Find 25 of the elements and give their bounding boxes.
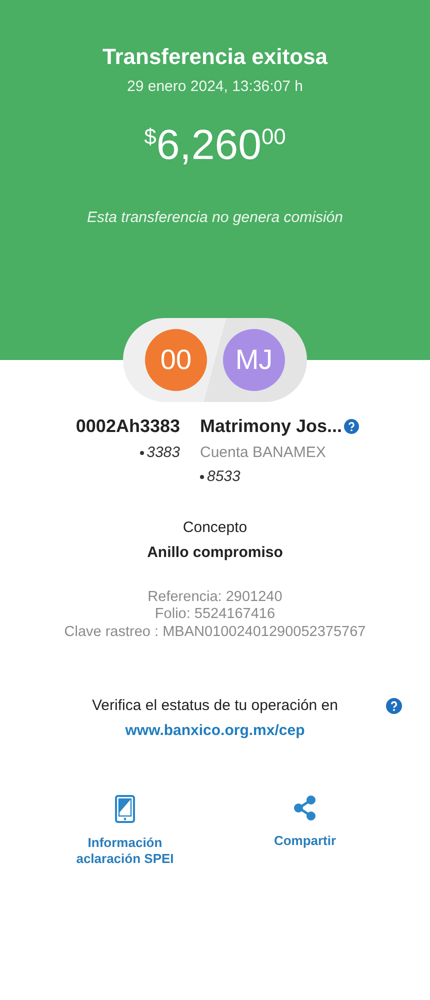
concept-value: Anillo compromiso — [147, 544, 283, 561]
date-time: 29 enero 2024, 13:36:07 h — [127, 78, 303, 95]
account-name: Matrimony Jos... — [200, 416, 342, 437]
detail-text: Clave rastreo : MBAN01002401290052375767 — [64, 624, 366, 642]
detail-text: Referencia: 2901240 — [148, 589, 282, 606]
fee-note: Esta transferencia no genera comisión — [87, 209, 343, 226]
verify-text: Verifica el estatus de tu operación en — [92, 697, 338, 714]
phone-icon[interactable] — [115, 795, 135, 824]
bullet-icon — [140, 450, 144, 454]
share-icon[interactable] — [293, 795, 317, 822]
account-name: 0002Ah3383 — [76, 416, 180, 437]
avatar: MJ — [223, 329, 285, 391]
avatar: 00 — [145, 329, 207, 391]
help-icon[interactable] — [386, 698, 402, 714]
detail-text: Folio: 5524167416 — [154, 606, 276, 624]
account-number: 8533 — [207, 468, 240, 485]
concept-label: Concepto — [182, 519, 248, 536]
action-button[interactable]: Compartir — [274, 833, 336, 850]
title: Transferencia exitosa — [102, 44, 328, 70]
action-button[interactable]: Información aclaración SPEI — [65, 835, 185, 868]
bank-name: Cuenta BANAMEX — [200, 444, 326, 461]
bullet-icon — [200, 474, 204, 478]
account-number: 3383 — [146, 444, 180, 461]
banxico-link[interactable]: www.banxico.org.mx/cep — [125, 722, 305, 740]
help-icon[interactable] — [344, 419, 360, 434]
